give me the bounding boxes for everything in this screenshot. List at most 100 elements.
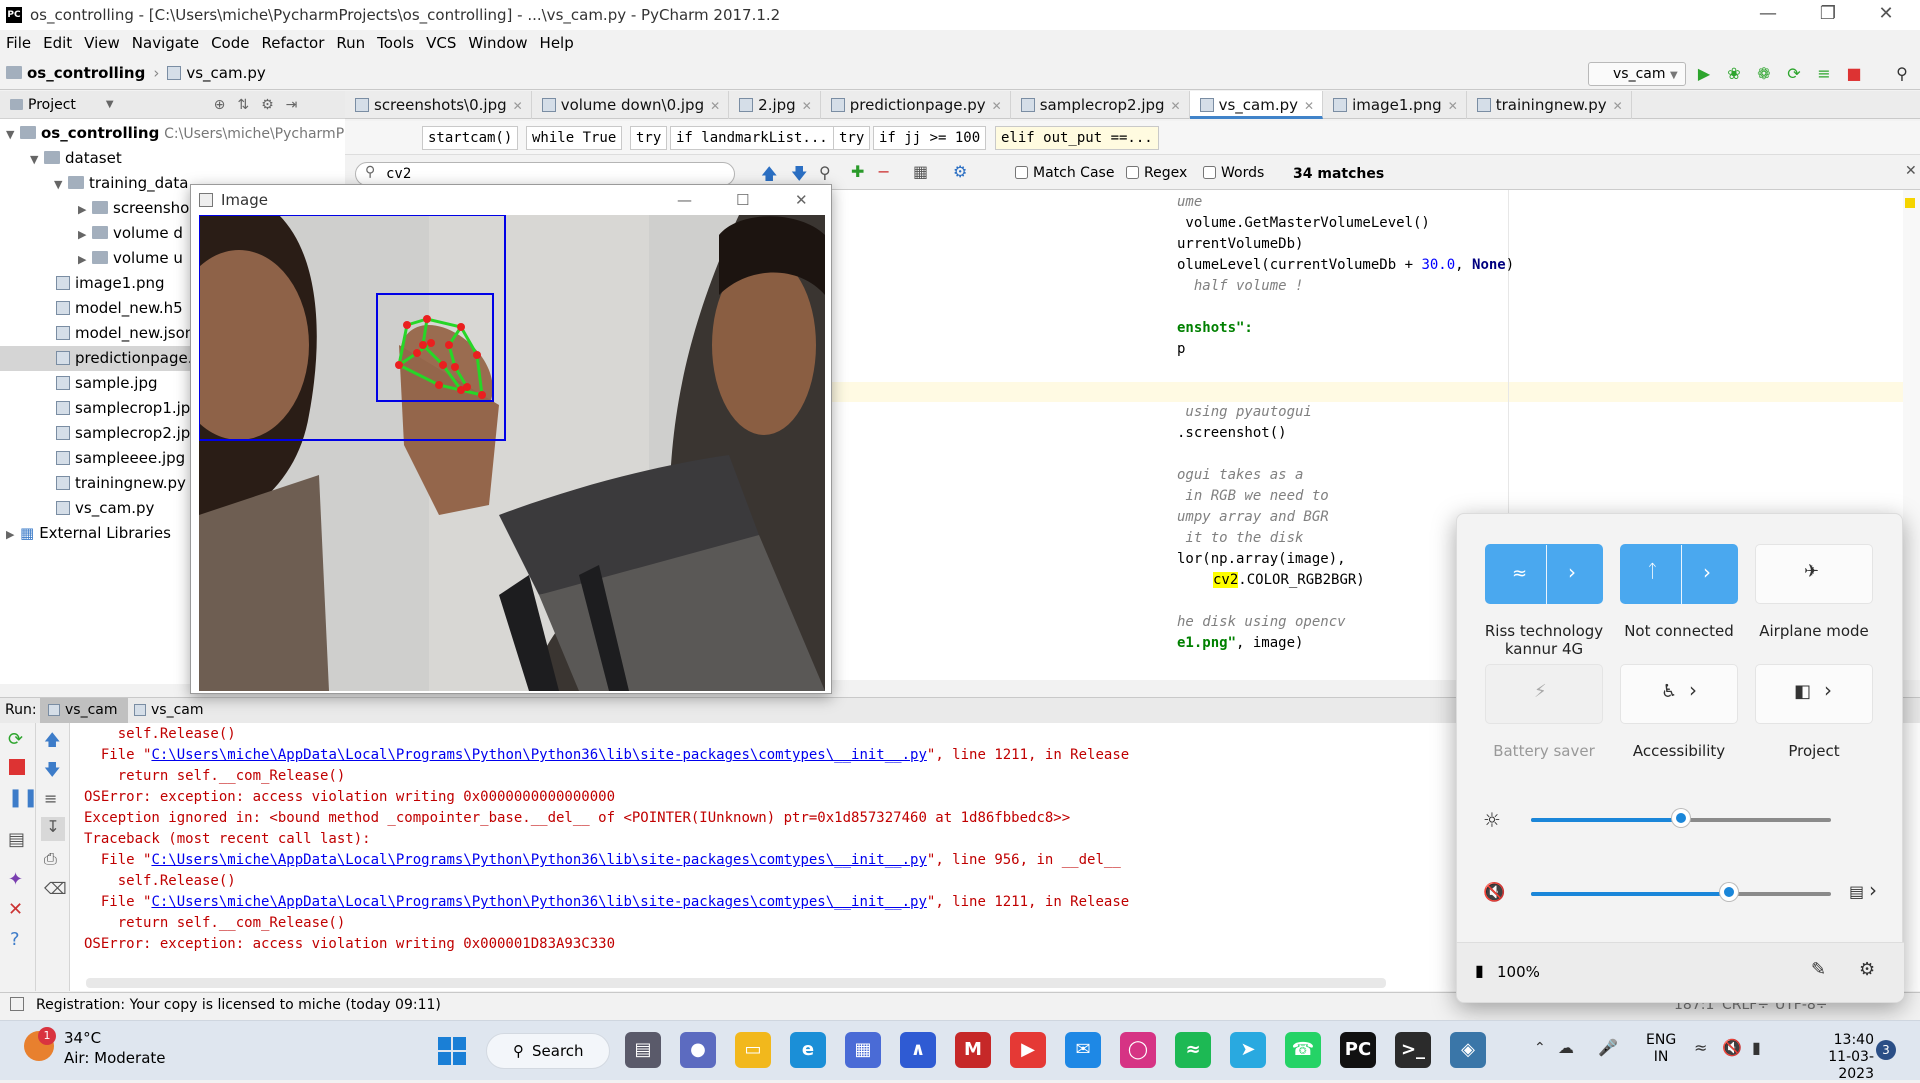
menu-vcs[interactable]: VCS <box>420 34 462 52</box>
tree-item-trainingnew[interactable]: trainingnew.py <box>56 471 186 496</box>
project-panel-title[interactable]: Project <box>28 97 76 113</box>
terminal-icon[interactable]: >_ <box>1395 1032 1431 1068</box>
brightness-knob[interactable] <box>1672 809 1690 827</box>
tree-item-sample[interactable]: sample.jpg <box>56 371 158 396</box>
tree-item-volume-up[interactable]: ▶ volume u <box>78 246 183 271</box>
close-find-icon[interactable]: ✕ <box>1905 163 1917 179</box>
tab-trainingnew[interactable]: trainingnew.py ✕ <box>1467 91 1632 119</box>
maximize-button[interactable]: ☐ <box>736 185 749 215</box>
audio-output-icon[interactable]: ▤ <box>1849 882 1864 901</box>
spotify-icon[interactable]: ≈ <box>1175 1032 1211 1068</box>
taskbar-search[interactable]: ⚲ Search <box>486 1033 610 1069</box>
menu-edit[interactable]: Edit <box>37 34 78 52</box>
bluetooth-tile[interactable]: ᛏ › <box>1620 544 1738 605</box>
trash-icon[interactable]: ⌫ <box>44 879 67 898</box>
minimize-button[interactable]: — <box>1740 0 1796 30</box>
match-case-checkbox[interactable]: Match Case <box>1015 165 1114 181</box>
crumb-if-landmark[interactable]: if landmarkList... <box>670 126 834 150</box>
tree-item-screenshots[interactable]: ▶ screensho <box>78 196 189 221</box>
close-tab-icon[interactable]: ✕ <box>513 99 523 113</box>
up-arrow-icon[interactable]: 🡅 <box>44 729 60 756</box>
close-tab-icon[interactable]: ✕ <box>1171 99 1181 113</box>
youtube-icon[interactable]: ▶ <box>1010 1032 1046 1068</box>
file-link[interactable]: C:\Users\miche\AppData\Local\Programs\Py… <box>151 747 926 763</box>
tree-item-model-json[interactable]: model_new.json <box>56 321 194 346</box>
mute-icon[interactable]: 🔇 <box>1483 882 1505 903</box>
chevron-right-icon[interactable]: › <box>1689 678 1697 702</box>
whatsapp-icon[interactable]: ☎ <box>1285 1032 1321 1068</box>
tree-item-model-h5[interactable]: model_new.h5 <box>56 296 183 321</box>
tab-2-jpg[interactable]: 2.jpg ✕ <box>729 91 821 119</box>
menu-code[interactable]: Code <box>205 34 255 52</box>
battery-icon[interactable]: ▮ <box>1475 961 1484 980</box>
microsoft-store-icon[interactable]: ▦ <box>845 1032 881 1068</box>
profile-icon[interactable]: ⟳ <box>1784 64 1804 84</box>
edge-icon[interactable]: e <box>790 1032 826 1068</box>
hide-icon[interactable]: ⇥ <box>286 97 298 113</box>
breadcrumb-file[interactable]: vs_cam.py <box>186 64 265 82</box>
project-tile[interactable]: ◧ › <box>1755 664 1873 724</box>
rerun-icon[interactable]: ⟳ <box>8 729 23 750</box>
maximize-button[interactable]: ❐ <box>1800 0 1856 30</box>
tree-item-samplecrop1[interactable]: samplecrop1.jpg <box>56 396 200 421</box>
tree-item-image1[interactable]: image1.png <box>56 271 165 296</box>
chevron-down-icon[interactable]: ▼ <box>106 99 114 110</box>
debug-icon[interactable]: ❀ <box>1724 64 1744 84</box>
menu-refactor[interactable]: Refactor <box>255 34 330 52</box>
file-link[interactable]: C:\Users\miche\AppData\Local\Programs\Py… <box>151 894 926 910</box>
volume-knob[interactable] <box>1720 883 1738 901</box>
pin-icon[interactable]: ✦ <box>8 869 23 890</box>
stop-icon[interactable] <box>9 759 25 775</box>
print-icon[interactable]: ⎙ <box>44 849 57 869</box>
image-window[interactable]: Image — ☐ ✕ <box>190 184 832 694</box>
close-tab-icon[interactable]: ✕ <box>1448 99 1458 113</box>
menu-tools[interactable]: Tools <box>371 34 420 52</box>
close-button[interactable]: ✕ <box>795 185 808 215</box>
breadcrumb-project[interactable]: os_controlling <box>27 64 145 82</box>
image-window-titlebar[interactable]: Image — ☐ ✕ <box>191 185 831 215</box>
tab-vs-cam[interactable]: vs_cam.py ✕ <box>1189 91 1324 119</box>
language-indicator[interactable]: ENG IN <box>1646 1032 1676 1066</box>
tree-item-vs-cam[interactable]: vs_cam.py <box>56 496 154 521</box>
stop-icon[interactable]: ■ <box>1844 64 1864 84</box>
sync-icon[interactable]: ⊕ <box>214 97 226 113</box>
microphone-icon[interactable]: 🎤 <box>1598 1038 1618 1057</box>
crumb-startcam[interactable]: startcam() <box>422 126 519 150</box>
layout-icon[interactable]: ▤ <box>8 829 25 850</box>
chevron-right-icon[interactable]: › <box>1824 678 1832 702</box>
volume-tray-icon[interactable]: 🔇 <box>1722 1038 1742 1057</box>
windows-start-icon[interactable] <box>438 1037 466 1065</box>
add-occurrence-icon[interactable]: ✚ <box>851 162 864 181</box>
minimize-button[interactable]: — <box>677 185 692 215</box>
close-tab-icon[interactable]: ✕ <box>802 99 812 113</box>
accessibility-tile[interactable]: ♿ › <box>1620 664 1738 724</box>
crumb-try-2[interactable]: try <box>833 126 871 150</box>
gear-icon[interactable]: ⚙ <box>261 97 274 113</box>
wifi-tile[interactable]: ≈ › <box>1485 544 1603 605</box>
menu-help[interactable]: Help <box>534 34 580 52</box>
tree-item-volume-down[interactable]: ▶ volume d <box>78 221 183 246</box>
tree-item-root[interactable]: ▼ os_controlling C:\Users\miche\PycharmPr… <box>6 121 362 146</box>
crumb-try[interactable]: try <box>630 126 668 150</box>
pycharm-icon[interactable]: PC <box>1340 1032 1376 1068</box>
gear-icon[interactable]: ⚙ <box>953 162 967 181</box>
run-config-select[interactable]: vs_cam ▼ <box>1588 62 1686 86</box>
weather-description[interactable]: Air: Moderate <box>64 1049 166 1067</box>
file-link[interactable]: C:\Users\miche\AppData\Local\Programs\Py… <box>151 852 926 868</box>
wifi-tray-icon[interactable]: ≈ <box>1694 1038 1707 1057</box>
telegram-icon[interactable]: ➤ <box>1230 1032 1266 1068</box>
close-button[interactable]: ✕ <box>1858 0 1914 30</box>
battery-tray-icon[interactable]: ▮ <box>1752 1038 1761 1057</box>
tree-item-dataset[interactable]: ▼ dataset <box>30 146 122 171</box>
run-tab-active[interactable]: vs_cam <box>40 698 128 723</box>
tab-screenshots-0[interactable]: screenshots\0.jpg ✕ <box>345 91 532 119</box>
close-tab-icon[interactable]: ✕ <box>1304 99 1314 113</box>
collapse-icon[interactable]: ⇅ <box>237 97 249 113</box>
edit-icon[interactable]: ✎ <box>1811 959 1826 980</box>
vscode-icon[interactable]: ∧ <box>900 1032 936 1068</box>
regex-checkbox[interactable]: Regex <box>1126 165 1187 181</box>
run-tab[interactable]: vs_cam <box>130 698 210 723</box>
close-icon[interactable]: ✕ <box>8 899 23 920</box>
concurrency-icon[interactable]: ≡ <box>1814 64 1834 84</box>
clock[interactable]: 13:40 11-03-2023 <box>1804 1032 1874 1083</box>
